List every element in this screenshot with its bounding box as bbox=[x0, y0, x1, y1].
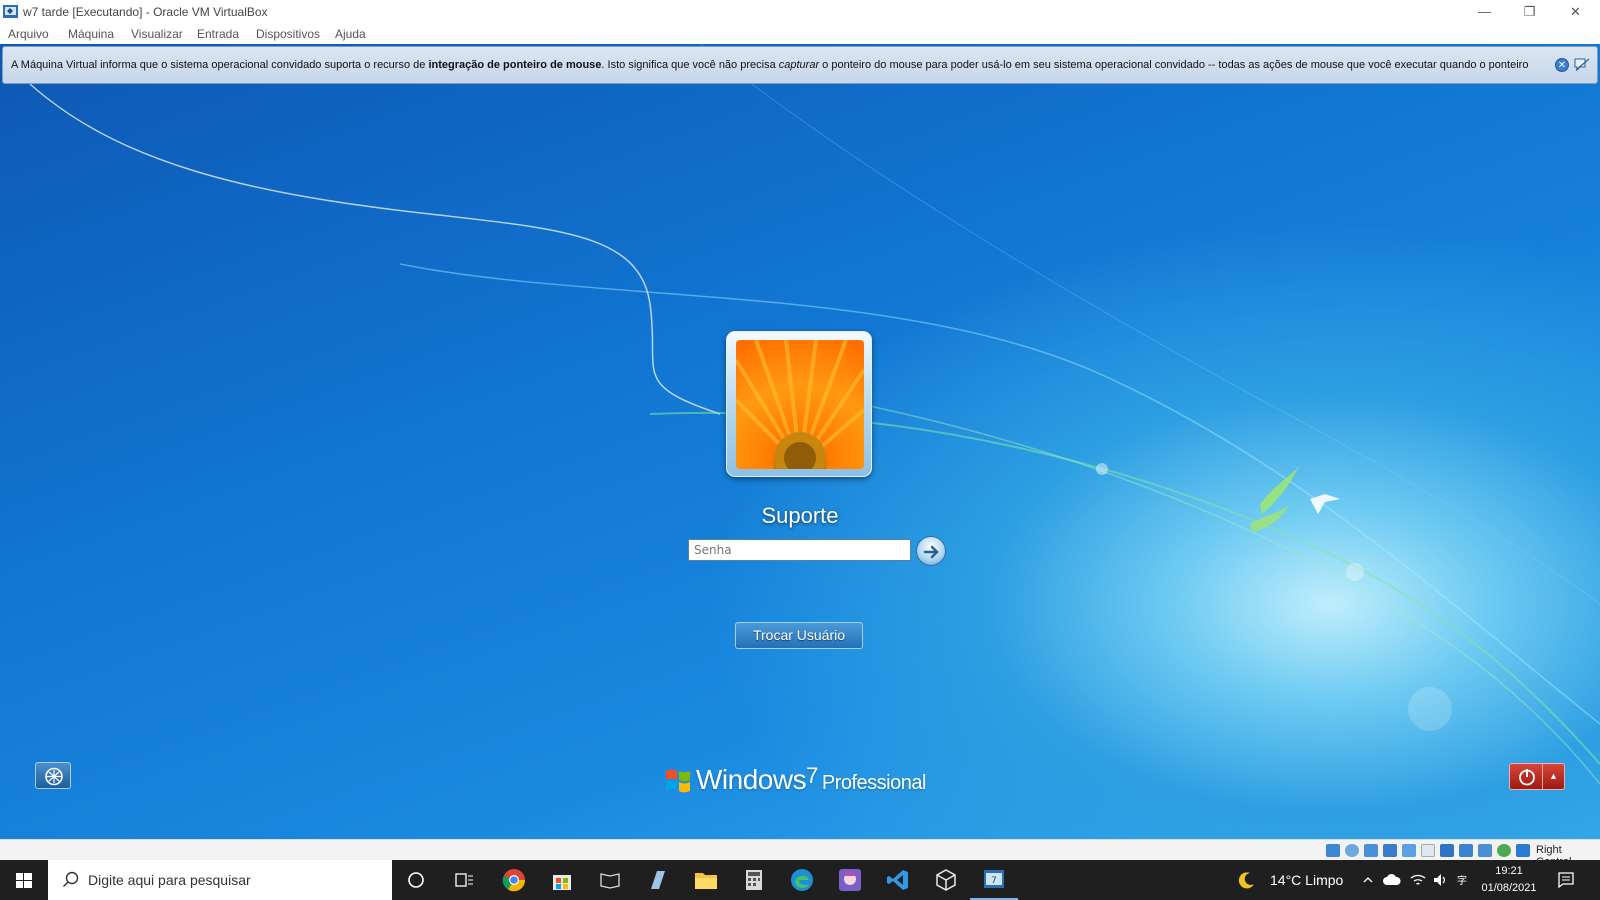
edge-icon bbox=[791, 869, 813, 891]
notification-mute-icon[interactable] bbox=[1573, 57, 1591, 73]
menu-ajuda[interactable]: Ajuda bbox=[335, 27, 366, 41]
character-app-icon bbox=[839, 869, 861, 891]
user-avatar bbox=[726, 331, 872, 477]
windows-taskbar: Digite aqui para pesquisar 7 14°C Limpo bbox=[0, 860, 1600, 900]
notification-text: A Máquina Virtual informa que o sistema … bbox=[11, 59, 1528, 71]
taskbar-notes-app[interactable] bbox=[634, 860, 682, 900]
brand-edition-text: Professional bbox=[821, 772, 927, 794]
windows-flag-icon bbox=[666, 769, 690, 793]
notification-text-part3: o ponteiro do mouse para poder usá-lo em… bbox=[819, 59, 1529, 71]
vt-x-icon[interactable] bbox=[1478, 844, 1492, 857]
volume-icon[interactable] bbox=[1432, 872, 1448, 888]
calculator-icon bbox=[746, 870, 762, 890]
taskbar-anime-app[interactable] bbox=[826, 860, 874, 900]
notes-icon bbox=[651, 871, 665, 889]
hard-disk-icon[interactable] bbox=[1326, 844, 1340, 857]
virtualbox-icon bbox=[3, 5, 18, 18]
recording-icon[interactable] bbox=[1459, 844, 1473, 857]
notification-text-part1: A Máquina Virtual informa que o sistema … bbox=[11, 59, 429, 71]
brand-windows-text: Windows bbox=[696, 764, 807, 795]
network-icon[interactable] bbox=[1383, 844, 1397, 857]
menu-maquina[interactable]: Máquina bbox=[68, 27, 114, 41]
shutdown-button[interactable] bbox=[1509, 763, 1543, 790]
ease-of-access-button[interactable] bbox=[35, 762, 71, 789]
taskbar-vscode[interactable] bbox=[874, 860, 922, 900]
wifi-icon[interactable] bbox=[1410, 872, 1426, 888]
taskbar-vm-window[interactable]: 7 bbox=[970, 860, 1018, 900]
avatar-flower-image bbox=[736, 340, 864, 469]
taskbar-file-explorer[interactable] bbox=[682, 860, 730, 900]
weather-text[interactable]: 14°C Limpo bbox=[1270, 872, 1343, 888]
menu-dispositivos[interactable]: Dispositivos bbox=[256, 27, 320, 41]
vm-display[interactable]: A Máquina Virtual informa que o sistema … bbox=[0, 44, 1600, 839]
search-icon bbox=[63, 871, 79, 887]
chevron-up-icon[interactable] bbox=[1362, 874, 1374, 886]
brand-version-text: 7 bbox=[806, 763, 818, 788]
input-language-icon[interactable]: 字 bbox=[1454, 872, 1470, 888]
menu-arquivo[interactable]: Arquivo bbox=[8, 27, 49, 41]
vscode-icon bbox=[887, 870, 908, 890]
taskbar-pinned-app[interactable] bbox=[586, 860, 634, 900]
usb-icon[interactable] bbox=[1402, 844, 1416, 857]
display-icon[interactable] bbox=[1440, 844, 1454, 857]
username-label: Suporte bbox=[761, 503, 839, 528]
notification-bold-text: integração de ponteiro de mouse bbox=[428, 59, 602, 71]
taskbar-calculator[interactable] bbox=[730, 860, 778, 900]
notification-italic-text: capturar bbox=[778, 59, 820, 71]
task-view-icon bbox=[455, 873, 473, 887]
start-button[interactable] bbox=[0, 860, 48, 900]
audio-icon[interactable] bbox=[1364, 844, 1378, 857]
switch-user-button[interactable]: Trocar Usuário bbox=[735, 622, 863, 649]
task-view-button[interactable] bbox=[440, 860, 488, 900]
onedrive-cloud-icon[interactable] bbox=[1383, 873, 1401, 886]
taskbar-clock[interactable]: 19:21 01/08/2021 bbox=[1478, 863, 1540, 897]
notification-center-icon[interactable] bbox=[1557, 871, 1575, 889]
menu-visualizar[interactable]: Visualizar bbox=[131, 27, 183, 41]
chrome-icon bbox=[502, 869, 526, 892]
restore-button[interactable]: ❐ bbox=[1507, 0, 1552, 23]
notification-close-icon[interactable]: ✕ bbox=[1555, 58, 1569, 72]
virtualbox-cube-icon bbox=[936, 869, 956, 891]
mouse-integration-notification: A Máquina Virtual informa que o sistema … bbox=[2, 46, 1598, 84]
shutdown-options-button[interactable]: ▲ bbox=[1543, 763, 1565, 790]
taskbar-virtualbox[interactable] bbox=[922, 860, 970, 900]
clock-date: 01/08/2021 bbox=[1481, 882, 1537, 894]
minimize-button[interactable]: — bbox=[1462, 0, 1507, 23]
windows-start-icon bbox=[16, 873, 32, 888]
taskbar-edge[interactable] bbox=[778, 860, 826, 900]
svg-text:字: 字 bbox=[1457, 874, 1467, 887]
weather-moon-icon[interactable] bbox=[1238, 871, 1256, 889]
taskbar-store[interactable] bbox=[538, 860, 586, 900]
password-field[interactable] bbox=[688, 539, 911, 561]
store-bag-icon bbox=[553, 875, 571, 890]
window-titlebar: w7 tarde [Executando] - Oracle VM Virtua… bbox=[0, 0, 1600, 23]
vm-window-icon: 7 bbox=[984, 870, 1004, 888]
clock-time: 19:21 bbox=[1495, 865, 1523, 877]
optical-drive-icon[interactable] bbox=[1345, 844, 1359, 857]
keyboard-capture-icon[interactable] bbox=[1516, 844, 1530, 857]
menu-entrada[interactable]: Entrada bbox=[197, 27, 239, 41]
ease-of-access-icon bbox=[45, 767, 63, 786]
power-icon bbox=[1519, 769, 1535, 786]
notification-text-part2: . Isto significa que você não precisa bbox=[601, 59, 779, 71]
book-icon bbox=[600, 873, 620, 889]
mouse-integration-icon[interactable] bbox=[1497, 844, 1511, 857]
cortana-button[interactable] bbox=[392, 860, 440, 900]
taskbar-search[interactable]: Digite aqui para pesquisar bbox=[48, 860, 392, 900]
login-submit-button[interactable] bbox=[916, 536, 946, 566]
close-button[interactable]: ✕ bbox=[1553, 0, 1598, 23]
folder-icon bbox=[695, 873, 717, 889]
menu-bar: Arquivo Máquina Visualizar Entrada Dispo… bbox=[0, 23, 1600, 44]
window-title: w7 tarde [Executando] - Oracle VM Virtua… bbox=[23, 5, 268, 19]
windows-wordmark: Windows7 Professional bbox=[696, 763, 927, 796]
taskbar-chrome[interactable] bbox=[490, 860, 538, 900]
search-placeholder: Digite aqui para pesquisar bbox=[88, 872, 251, 888]
shared-folders-icon[interactable] bbox=[1421, 844, 1435, 857]
arrow-right-icon bbox=[923, 545, 939, 559]
cortana-circle-icon bbox=[408, 872, 424, 888]
vbox-status-bar: Right Control bbox=[0, 839, 1600, 868]
svg-text:7: 7 bbox=[991, 876, 997, 886]
